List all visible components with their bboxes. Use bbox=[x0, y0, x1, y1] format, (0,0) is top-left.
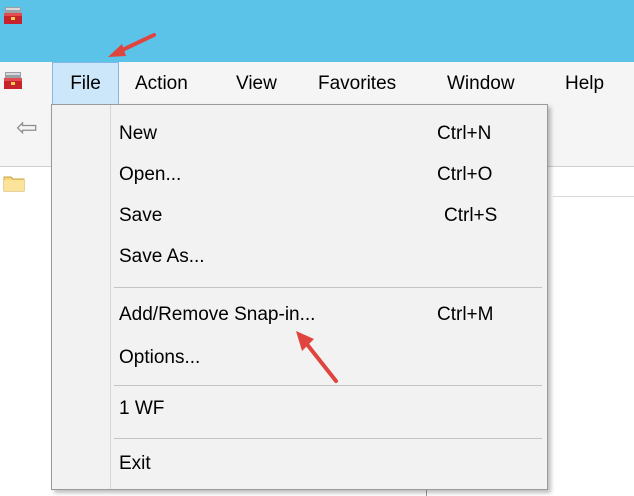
menu-window[interactable]: Window bbox=[447, 62, 515, 106]
menu-item-recent-1-wf[interactable]: 1 WF bbox=[52, 392, 547, 426]
menu-item-label: 1 WF bbox=[119, 398, 165, 419]
file-menu-dropdown: New Ctrl+N Open... Ctrl+O Save Ctrl+S Sa… bbox=[51, 104, 548, 490]
menu-item-new[interactable]: New Ctrl+N bbox=[52, 117, 547, 151]
menu-item-shortcut: Ctrl+N bbox=[437, 123, 492, 144]
content-pane-header bbox=[553, 168, 634, 197]
menu-item-exit[interactable]: Exit bbox=[52, 447, 547, 481]
menu-action[interactable]: Action bbox=[135, 62, 188, 106]
title-bar bbox=[0, 0, 634, 62]
menu-help[interactable]: Help bbox=[565, 62, 604, 106]
menu-favorites[interactable]: Favorites bbox=[318, 62, 396, 106]
menu-separator bbox=[114, 287, 542, 288]
red-arrow-annotation bbox=[296, 331, 338, 383]
menu-item-label: New bbox=[119, 123, 158, 144]
menu-item-label: Exit bbox=[119, 453, 151, 474]
menu-view[interactable]: View bbox=[236, 62, 277, 106]
back-arrow-icon[interactable]: ⇦ bbox=[16, 112, 38, 142]
menu-item-label: Save As... bbox=[119, 246, 205, 267]
menu-item-label: Save bbox=[119, 205, 163, 226]
menu-item-open[interactable]: Open... Ctrl+O bbox=[52, 158, 547, 192]
menu-item-save-as[interactable]: Save As... bbox=[52, 240, 547, 274]
folder-icon[interactable] bbox=[3, 174, 25, 192]
mmc-toolbox-icon[interactable] bbox=[3, 71, 23, 91]
menu-file[interactable]: File bbox=[52, 62, 119, 106]
menu-item-label: Open... bbox=[119, 164, 182, 185]
menu-separator bbox=[114, 438, 542, 439]
menu-item-label: Options... bbox=[119, 347, 201, 368]
menu-item-save[interactable]: Save Ctrl+S bbox=[52, 199, 547, 233]
menu-item-shortcut: Ctrl+S bbox=[444, 205, 498, 226]
menu-item-shortcut: Ctrl+M bbox=[437, 304, 494, 325]
menu-item-shortcut: Ctrl+O bbox=[437, 164, 493, 185]
menu-item-label: Add/Remove Snap-in... bbox=[119, 304, 316, 325]
red-arrow-annotation bbox=[108, 33, 156, 57]
mmc-toolbox-icon[interactable] bbox=[3, 6, 23, 26]
